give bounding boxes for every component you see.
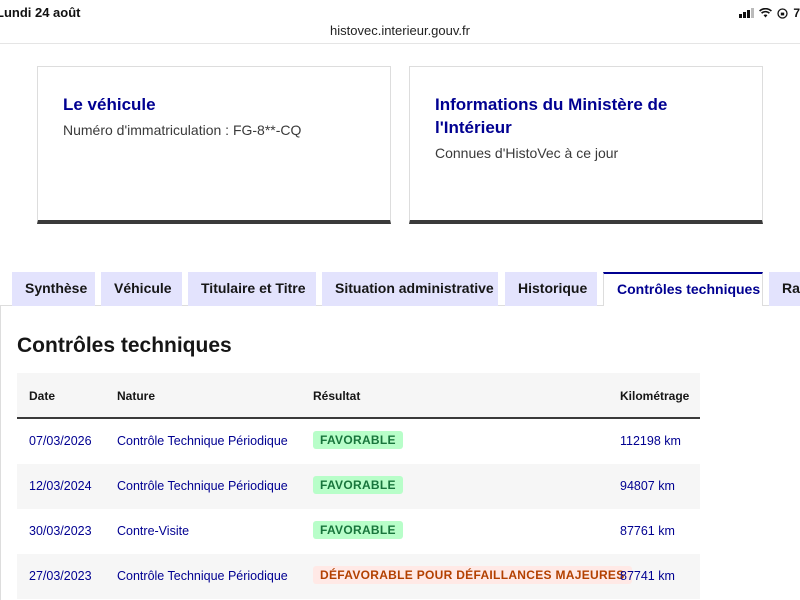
status-bar: Lundi 24 août 7 — [0, 0, 800, 22]
vehicle-card-text: Numéro d'immatriculation : FG-8**-CQ — [63, 122, 302, 138]
row-km: 94807 km — [620, 479, 675, 493]
row-nature: Contrôle Technique Périodique — [117, 434, 288, 448]
tab-rapport[interactable]: Rap — [769, 272, 800, 306]
ministry-card: Informations du Ministère de l'Intérieur… — [409, 66, 763, 224]
header-date: Date — [29, 389, 56, 403]
url-text: histovec.interieur.gouv.fr — [330, 23, 470, 38]
ministry-card-text: Connues d'HistoVec à ce jour — [435, 145, 619, 161]
row-date: 27/03/2023 — [29, 569, 92, 583]
table-row: 27/03/2023 Contrôle Technique Périodique… — [17, 554, 700, 599]
tab-historique[interactable]: Historique — [505, 272, 597, 306]
vehicle-card-title: Le véhicule — [63, 95, 156, 114]
tab-vehicule[interactable]: Véhicule — [101, 272, 182, 306]
row-date: 07/03/2026 — [29, 434, 92, 448]
tab-panel: Contrôles techniques Date Nature Résulta… — [0, 306, 800, 600]
signal-icon — [739, 8, 755, 18]
tab-situation-administrative[interactable]: Situation administrative — [322, 272, 498, 306]
row-km: 87741 km — [620, 569, 675, 583]
tab-bar: Synthèse Véhicule Titulaire et Titre Sit… — [0, 272, 800, 306]
ministry-card-title: Informations du Ministère de l'Intérieur — [435, 95, 668, 137]
result-badge: DÉFAVORABLE POUR DÉFAILLANCES MAJEURES — [313, 566, 632, 584]
table-row: 12/03/2024 Contrôle Technique Périodique… — [17, 464, 700, 509]
row-nature: Contre-Visite — [117, 524, 190, 538]
inspections-table: Date Nature Résultat Kilométrage 07/03/2… — [17, 373, 700, 599]
result-badge: FAVORABLE — [313, 476, 403, 494]
row-km: 112198 km — [620, 434, 681, 448]
row-km: 87761 km — [620, 524, 675, 538]
row-date: 12/03/2024 — [29, 479, 92, 493]
table-row: 07/03/2026 Contrôle Technique Périodique… — [17, 419, 700, 464]
tab-titulaire[interactable]: Titulaire et Titre — [188, 272, 316, 306]
status-icons: 7 — [739, 6, 800, 20]
wifi-icon — [759, 8, 773, 18]
result-badge: FAVORABLE — [313, 431, 403, 449]
header-nature: Nature — [117, 389, 156, 403]
url-bar[interactable]: histovec.interieur.gouv.fr — [0, 22, 800, 44]
row-date: 30/03/2023 — [29, 524, 92, 538]
header-result: Résultat — [313, 389, 361, 403]
vehicle-card: Le véhicule Numéro d'immatriculation : F… — [37, 66, 391, 224]
result-badge: FAVORABLE — [313, 521, 403, 539]
header-km: Kilométrage — [620, 389, 690, 403]
tab-controles-techniques[interactable]: Contrôles techniques — [603, 272, 763, 306]
status-time: Lundi 24 août — [0, 5, 81, 20]
table-row: 30/03/2023 Contre-Visite FAVORABLE 87761… — [17, 509, 700, 554]
orientation-lock-icon — [777, 7, 788, 19]
section-title: Contrôles techniques — [17, 334, 232, 357]
row-nature: Contrôle Technique Périodique — [117, 479, 288, 493]
battery-level: 7 — [793, 6, 800, 20]
tab-synthese[interactable]: Synthèse — [12, 272, 95, 306]
row-nature: Contrôle Technique Périodique — [117, 569, 288, 583]
table-header: Date Nature Résultat Kilométrage — [17, 373, 700, 419]
